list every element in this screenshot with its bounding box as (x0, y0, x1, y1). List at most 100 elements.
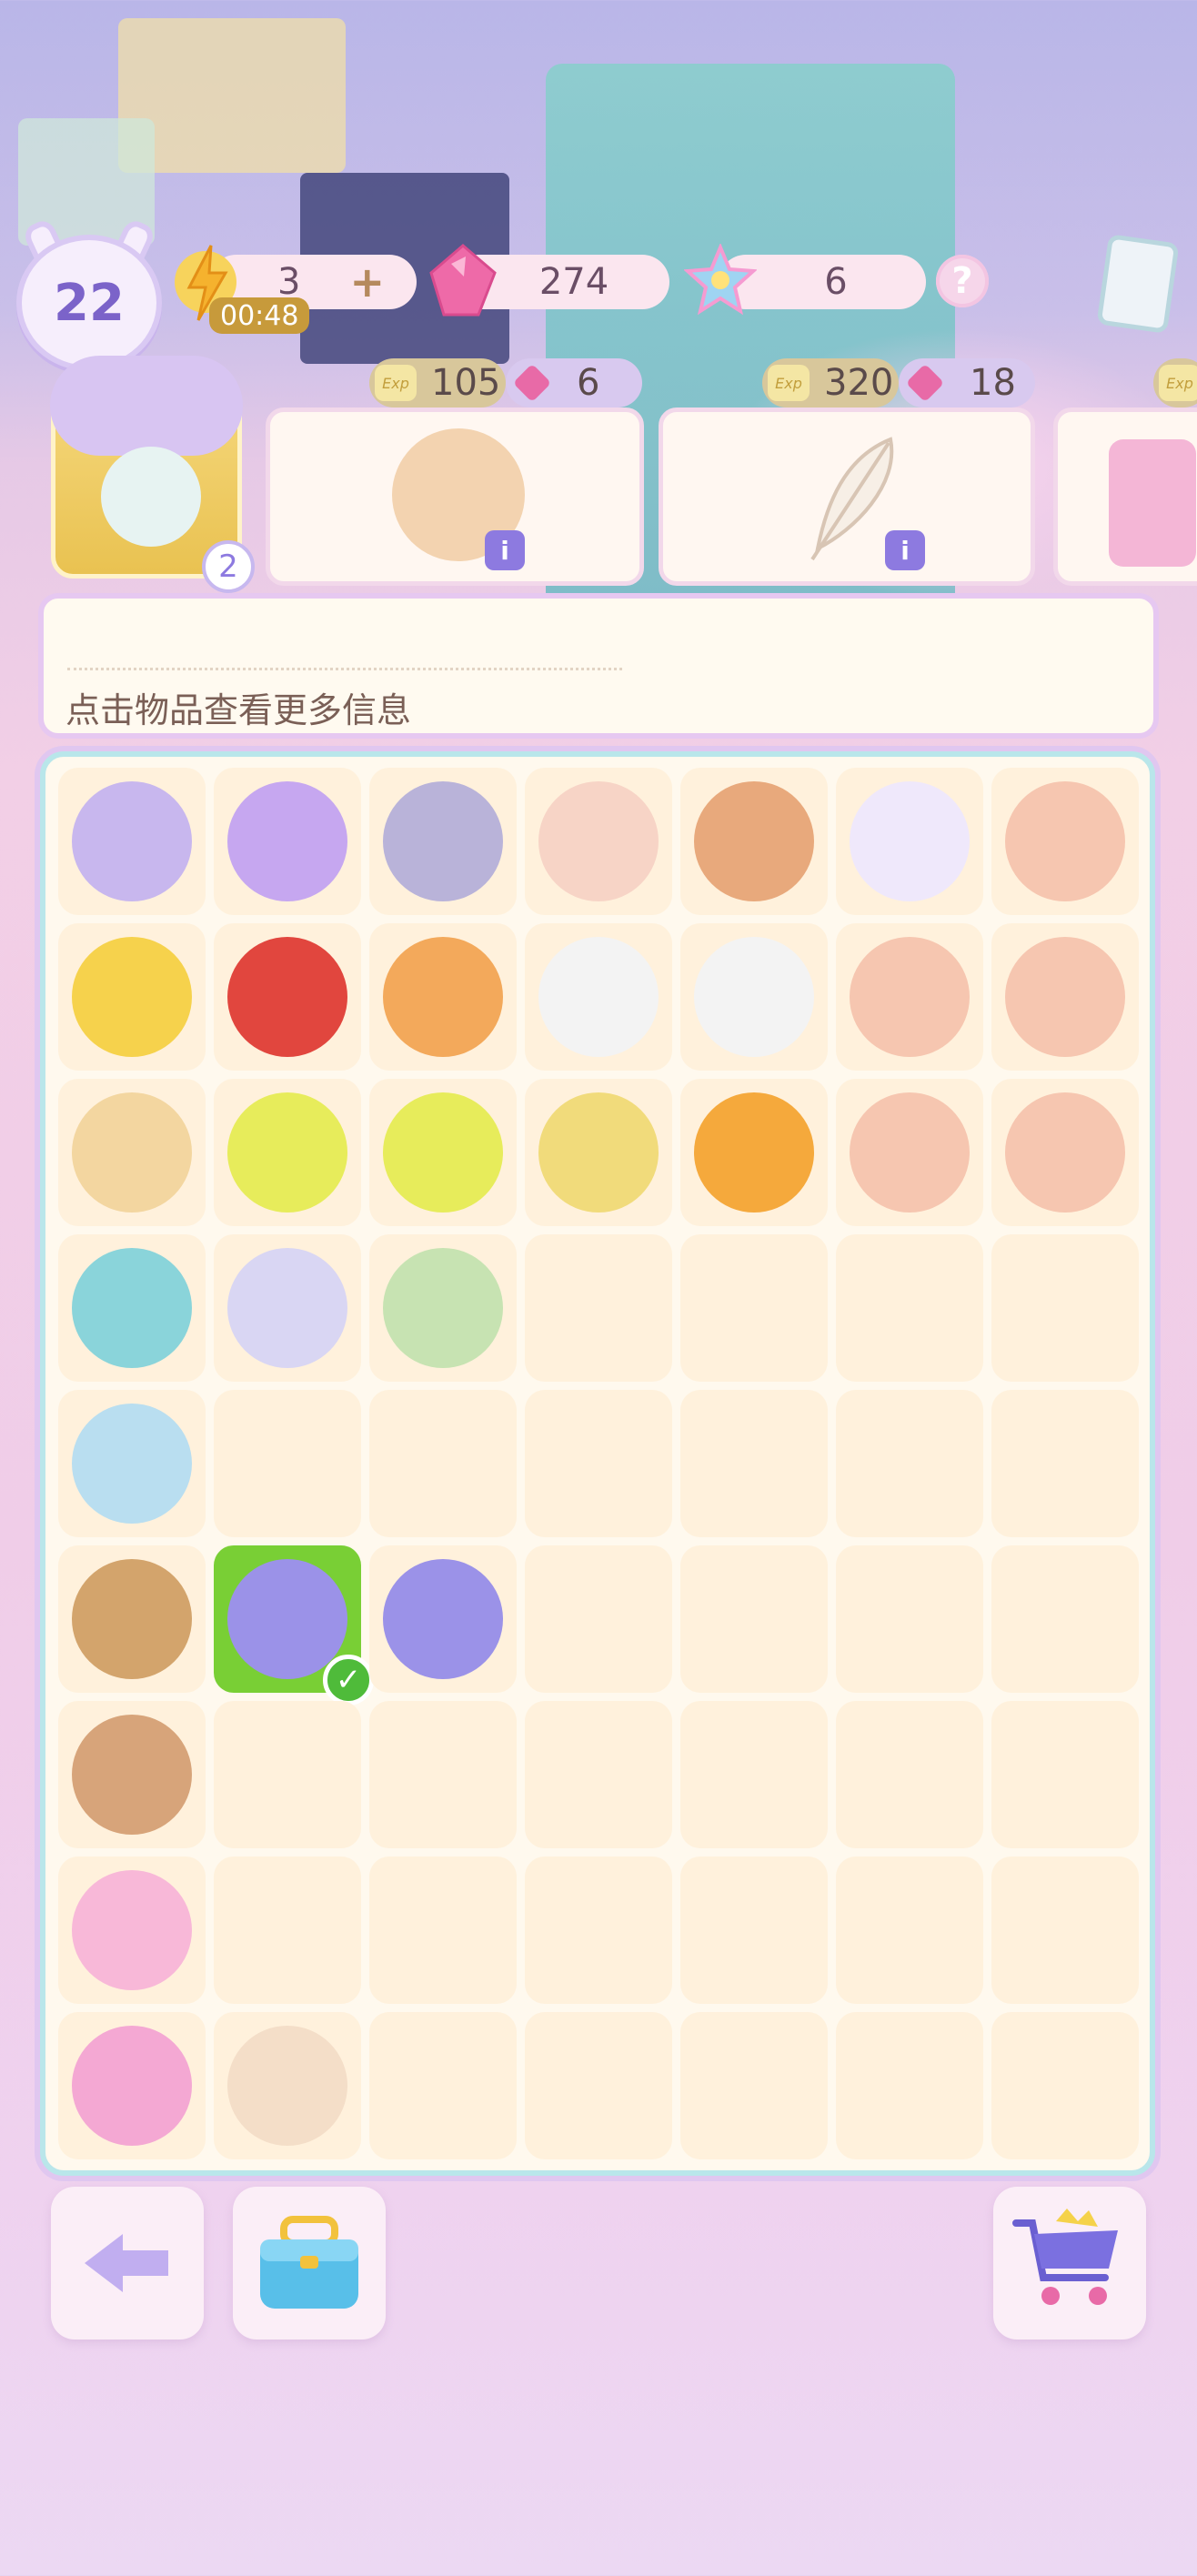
magic-hat-icon (227, 781, 347, 901)
selected-check-icon: ✓ (323, 1655, 374, 1706)
board-cell[interactable] (369, 1390, 517, 1537)
board-cell[interactable] (680, 1234, 828, 1382)
order-card-1[interactable]: i (266, 408, 644, 586)
board-cell[interactable] (680, 1857, 828, 2004)
lantern-icon (72, 937, 192, 1057)
back-button[interactable] (51, 2187, 204, 2340)
fishing-rod-icon (1005, 781, 1125, 901)
board-cell[interactable] (680, 1545, 828, 1693)
board-cell[interactable] (991, 1234, 1139, 1382)
board-cell[interactable] (58, 1079, 206, 1226)
board-cell[interactable] (58, 1545, 206, 1693)
ghost-cat-round-icon (694, 937, 814, 1057)
board-cell[interactable] (214, 2012, 361, 2159)
board-cell[interactable] (369, 1079, 517, 1226)
board-cell[interactable] (369, 768, 517, 915)
yarn-ball-icon (72, 2026, 192, 2146)
board-cell[interactable] (58, 1857, 206, 2004)
order-card-2[interactable]: i (659, 408, 1035, 586)
board-cell[interactable] (991, 768, 1139, 915)
inventory-button[interactable] (233, 2187, 386, 2340)
card-book-button[interactable] (1096, 234, 1180, 334)
board-cell[interactable] (525, 1545, 672, 1693)
board-cell[interactable] (991, 1390, 1139, 1537)
board-cell[interactable] (525, 1857, 672, 2004)
board-cell[interactable] (680, 2012, 828, 2159)
rainbow-star-icon (684, 244, 757, 316)
board-cell[interactable] (680, 1390, 828, 1537)
item-info-box: 点击物品查看更多信息 (38, 593, 1159, 739)
board-cell[interactable] (58, 1390, 206, 1537)
fishing-rod-icon (850, 1092, 970, 1213)
board-cell[interactable] (836, 1234, 983, 1382)
board-cell[interactable] (214, 1079, 361, 1226)
board-cell[interactable] (525, 1234, 672, 1382)
board-cell[interactable] (525, 1390, 672, 1537)
board-cell[interactable]: ✓ (214, 1545, 374, 1706)
order-card-3[interactable] (1053, 408, 1197, 586)
board-cell[interactable] (836, 1857, 983, 2004)
board-cell[interactable] (214, 1234, 361, 1382)
info-icon[interactable]: i (485, 530, 525, 570)
board-cell[interactable] (836, 923, 983, 1071)
board-cell[interactable] (58, 1701, 206, 1848)
board-cell[interactable] (214, 923, 361, 1071)
board-cell[interactable] (58, 2012, 206, 2159)
flower-basket-icon (72, 1559, 192, 1679)
board-cell[interactable] (369, 2012, 517, 2159)
board-cell[interactable] (680, 768, 828, 915)
board-cell[interactable] (369, 1701, 517, 1848)
board-cell[interactable] (991, 1857, 1139, 2004)
board-cell[interactable] (836, 1545, 983, 1693)
orange-cat-icon (383, 937, 503, 1057)
purple-cloud (50, 356, 243, 456)
board-cell[interactable] (680, 1079, 828, 1226)
board-cell[interactable] (58, 923, 206, 1071)
board-cell[interactable] (836, 768, 983, 915)
board-cell[interactable] (836, 1390, 983, 1537)
board-cell[interactable] (836, 1701, 983, 1848)
exp-tag-icon: Exp (1159, 365, 1197, 401)
iris-flower-icon (227, 1559, 347, 1679)
exp-tag-icon: Exp (375, 365, 417, 401)
ladybug-icon (227, 937, 347, 1057)
board-cell[interactable] (680, 923, 828, 1071)
board-cell[interactable] (214, 768, 361, 915)
board-cell[interactable] (991, 2012, 1139, 2159)
board-cell[interactable] (369, 1234, 517, 1382)
board-cell[interactable] (525, 1701, 672, 1848)
board-cell[interactable] (369, 923, 517, 1071)
board-cell[interactable] (836, 1079, 983, 1226)
board-cell[interactable] (214, 1857, 361, 2004)
board-cell[interactable] (214, 1390, 361, 1537)
shop-cart-button[interactable] (993, 2187, 1146, 2340)
board-cell[interactable] (58, 768, 206, 915)
board-cell[interactable] (991, 1701, 1139, 1848)
board-cell[interactable] (369, 1545, 517, 1693)
board-cell[interactable] (525, 923, 672, 1071)
add-energy-icon[interactable]: + (349, 257, 385, 307)
help-button[interactable]: ? (936, 255, 989, 307)
gem-chip: 6 (506, 358, 642, 408)
board-cell[interactable] (836, 2012, 983, 2159)
board-cell[interactable] (369, 1857, 517, 2004)
tea-bowl-icon (72, 1248, 192, 1368)
exp-tag-icon: Exp (768, 365, 810, 401)
board-cell[interactable] (680, 1701, 828, 1848)
board-cell[interactable] (991, 1079, 1139, 1226)
firefly-jar-icon (383, 1092, 503, 1213)
mixer-icon (72, 1404, 192, 1524)
board-cell[interactable] (525, 2012, 672, 2159)
exp-chip: Exp 320 (762, 358, 899, 408)
board-cell[interactable] (58, 1234, 206, 1382)
board-cell[interactable] (525, 768, 672, 915)
board-cell[interactable] (991, 1545, 1139, 1693)
board-cell[interactable] (525, 1079, 672, 1226)
fishing-rod-icon (850, 937, 970, 1057)
board-cell[interactable] (214, 1701, 361, 1848)
board-cell[interactable] (991, 923, 1139, 1071)
order-1-exp: 105 (431, 362, 501, 404)
exp-chip: Exp (1153, 358, 1197, 408)
level-badge[interactable]: 22 (16, 216, 162, 371)
info-icon[interactable]: i (885, 530, 925, 570)
